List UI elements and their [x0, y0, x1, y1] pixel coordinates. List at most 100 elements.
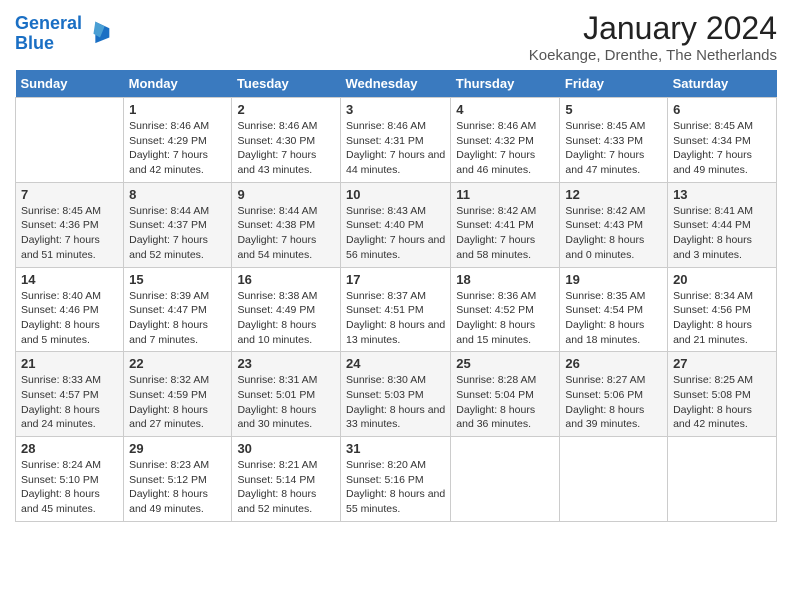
day-info: Sunrise: 8:28 AM Sunset: 5:04 PM Dayligh… — [456, 373, 554, 432]
day-info: Sunrise: 8:42 AM Sunset: 4:41 PM Dayligh… — [456, 204, 554, 263]
calendar-cell — [560, 437, 668, 522]
calendar-cell: 10 Sunrise: 8:43 AM Sunset: 4:40 PM Dayli… — [340, 182, 450, 267]
day-info: Sunrise: 8:25 AM Sunset: 5:08 PM Dayligh… — [673, 373, 771, 432]
day-number: 27 — [673, 356, 771, 371]
day-info: Sunrise: 8:41 AM Sunset: 4:44 PM Dayligh… — [673, 204, 771, 263]
header-row: SundayMondayTuesdayWednesdayThursdayFrid… — [16, 70, 777, 98]
day-info: Sunrise: 8:46 AM Sunset: 4:29 PM Dayligh… — [129, 119, 226, 178]
header-day: Monday — [124, 70, 232, 98]
calendar-row: 21 Sunrise: 8:33 AM Sunset: 4:57 PM Dayli… — [16, 352, 777, 437]
day-number: 8 — [129, 187, 226, 202]
logo: General Blue — [15, 14, 114, 54]
day-info: Sunrise: 8:20 AM Sunset: 5:16 PM Dayligh… — [346, 458, 445, 517]
calendar-cell: 16 Sunrise: 8:38 AM Sunset: 4:49 PM Dayli… — [232, 267, 341, 352]
header-day: Saturday — [668, 70, 777, 98]
day-info: Sunrise: 8:40 AM Sunset: 4:46 PM Dayligh… — [21, 289, 118, 348]
calendar-cell: 13 Sunrise: 8:41 AM Sunset: 4:44 PM Dayli… — [668, 182, 777, 267]
day-info: Sunrise: 8:44 AM Sunset: 4:38 PM Dayligh… — [237, 204, 335, 263]
day-info: Sunrise: 8:44 AM Sunset: 4:37 PM Dayligh… — [129, 204, 226, 263]
day-number: 20 — [673, 272, 771, 287]
calendar-cell: 17Sunrise: 8:37 AM Sunset: 4:51 PM Dayli… — [340, 267, 450, 352]
day-number: 26 — [565, 356, 662, 371]
header: General Blue January 2024 Koekange, Dren… — [15, 10, 777, 64]
calendar-cell: 6 Sunrise: 8:45 AM Sunset: 4:34 PM Daylig… — [668, 98, 777, 183]
logo-text2: Blue — [15, 34, 82, 54]
day-number: 10 — [346, 187, 445, 202]
day-number: 15 — [129, 272, 226, 287]
day-info: Sunrise: 8:31 AM Sunset: 5:01 PM Dayligh… — [237, 373, 335, 432]
day-info: Sunrise: 8:33 AM Sunset: 4:57 PM Dayligh… — [21, 373, 118, 432]
day-number: 11 — [456, 187, 554, 202]
page-subtitle: Koekange, Drenthe, The Netherlands — [529, 47, 777, 64]
day-number: 29 — [129, 441, 226, 456]
day-number: 23 — [237, 356, 335, 371]
header-day: Friday — [560, 70, 668, 98]
calendar-row: 1Sunrise: 8:46 AM Sunset: 4:29 PM Daylig… — [16, 98, 777, 183]
day-info: Sunrise: 8:46 AM Sunset: 4:31 PM Dayligh… — [346, 119, 445, 178]
day-number: 31 — [346, 441, 445, 456]
calendar-cell: 11 Sunrise: 8:42 AM Sunset: 4:41 PM Dayli… — [451, 182, 560, 267]
calendar-cell: 3 Sunrise: 8:46 AM Sunset: 4:31 PM Daylig… — [340, 98, 450, 183]
day-info: Sunrise: 8:46 AM Sunset: 4:32 PM Dayligh… — [456, 119, 554, 178]
calendar-table: SundayMondayTuesdayWednesdayThursdayFrid… — [15, 70, 777, 522]
day-info: Sunrise: 8:24 AM Sunset: 5:10 PM Dayligh… — [21, 458, 118, 517]
calendar-cell: 25 Sunrise: 8:28 AM Sunset: 5:04 PM Dayli… — [451, 352, 560, 437]
day-info: Sunrise: 8:39 AM Sunset: 4:47 PM Dayligh… — [129, 289, 226, 348]
day-info: Sunrise: 8:27 AM Sunset: 5:06 PM Dayligh… — [565, 373, 662, 432]
day-info: Sunrise: 8:34 AM Sunset: 4:56 PM Dayligh… — [673, 289, 771, 348]
title-area: January 2024 Koekange, Drenthe, The Neth… — [529, 10, 777, 64]
logo-text: General — [15, 14, 82, 34]
day-info: Sunrise: 8:46 AM Sunset: 4:30 PM Dayligh… — [237, 119, 335, 178]
day-number: 4 — [456, 102, 554, 117]
day-number: 24 — [346, 356, 445, 371]
day-number: 5 — [565, 102, 662, 117]
day-number: 13 — [673, 187, 771, 202]
calendar-cell: 22 Sunrise: 8:32 AM Sunset: 4:59 PM Dayli… — [124, 352, 232, 437]
calendar-cell: 19 Sunrise: 8:35 AM Sunset: 4:54 PM Dayli… — [560, 267, 668, 352]
calendar-cell: 14 Sunrise: 8:40 AM Sunset: 4:46 PM Dayli… — [16, 267, 124, 352]
day-number: 22 — [129, 356, 226, 371]
day-number: 19 — [565, 272, 662, 287]
calendar-cell: 21 Sunrise: 8:33 AM Sunset: 4:57 PM Dayli… — [16, 352, 124, 437]
calendar-cell: 4 Sunrise: 8:46 AM Sunset: 4:32 PM Daylig… — [451, 98, 560, 183]
calendar-cell: 2Sunrise: 8:46 AM Sunset: 4:30 PM Daylig… — [232, 98, 341, 183]
day-number: 6 — [673, 102, 771, 117]
calendar-cell: 5 Sunrise: 8:45 AM Sunset: 4:33 PM Daylig… — [560, 98, 668, 183]
calendar-cell: 8 Sunrise: 8:44 AM Sunset: 4:37 PM Daylig… — [124, 182, 232, 267]
logo-icon — [86, 17, 114, 45]
day-info: Sunrise: 8:37 AM Sunset: 4:51 PM Dayligh… — [346, 289, 445, 348]
calendar-cell: 24Sunrise: 8:30 AM Sunset: 5:03 PM Dayli… — [340, 352, 450, 437]
day-number: 30 — [237, 441, 335, 456]
day-info: Sunrise: 8:43 AM Sunset: 4:40 PM Dayligh… — [346, 204, 445, 263]
calendar-cell: 26 Sunrise: 8:27 AM Sunset: 5:06 PM Dayli… — [560, 352, 668, 437]
day-number: 14 — [21, 272, 118, 287]
day-info: Sunrise: 8:32 AM Sunset: 4:59 PM Dayligh… — [129, 373, 226, 432]
calendar-cell: 30Sunrise: 8:21 AM Sunset: 5:14 PM Dayli… — [232, 437, 341, 522]
calendar-cell: 12 Sunrise: 8:42 AM Sunset: 4:43 PM Dayli… — [560, 182, 668, 267]
calendar-row: 14 Sunrise: 8:40 AM Sunset: 4:46 PM Dayli… — [16, 267, 777, 352]
calendar-row: 7Sunrise: 8:45 AM Sunset: 4:36 PM Daylig… — [16, 182, 777, 267]
day-info: Sunrise: 8:35 AM Sunset: 4:54 PM Dayligh… — [565, 289, 662, 348]
day-number: 16 — [237, 272, 335, 287]
page-title: January 2024 — [529, 10, 777, 47]
day-info: Sunrise: 8:45 AM Sunset: 4:34 PM Dayligh… — [673, 119, 771, 178]
day-info: Sunrise: 8:42 AM Sunset: 4:43 PM Dayligh… — [565, 204, 662, 263]
calendar-cell: 1Sunrise: 8:46 AM Sunset: 4:29 PM Daylig… — [124, 98, 232, 183]
day-number: 3 — [346, 102, 445, 117]
calendar-cell: 31 Sunrise: 8:20 AM Sunset: 5:16 PM Dayli… — [340, 437, 450, 522]
calendar-cell: 23 Sunrise: 8:31 AM Sunset: 5:01 PM Dayli… — [232, 352, 341, 437]
day-info: Sunrise: 8:23 AM Sunset: 5:12 PM Dayligh… — [129, 458, 226, 517]
calendar-cell: 18Sunrise: 8:36 AM Sunset: 4:52 PM Dayli… — [451, 267, 560, 352]
day-info: Sunrise: 8:45 AM Sunset: 4:33 PM Dayligh… — [565, 119, 662, 178]
calendar-cell — [16, 98, 124, 183]
day-number: 18 — [456, 272, 554, 287]
calendar-row: 28Sunrise: 8:24 AM Sunset: 5:10 PM Dayli… — [16, 437, 777, 522]
calendar-cell: 28Sunrise: 8:24 AM Sunset: 5:10 PM Dayli… — [16, 437, 124, 522]
day-number: 21 — [21, 356, 118, 371]
calendar-cell — [668, 437, 777, 522]
day-info: Sunrise: 8:38 AM Sunset: 4:49 PM Dayligh… — [237, 289, 335, 348]
day-number: 12 — [565, 187, 662, 202]
day-number: 9 — [237, 187, 335, 202]
header-day: Wednesday — [340, 70, 450, 98]
day-number: 25 — [456, 356, 554, 371]
